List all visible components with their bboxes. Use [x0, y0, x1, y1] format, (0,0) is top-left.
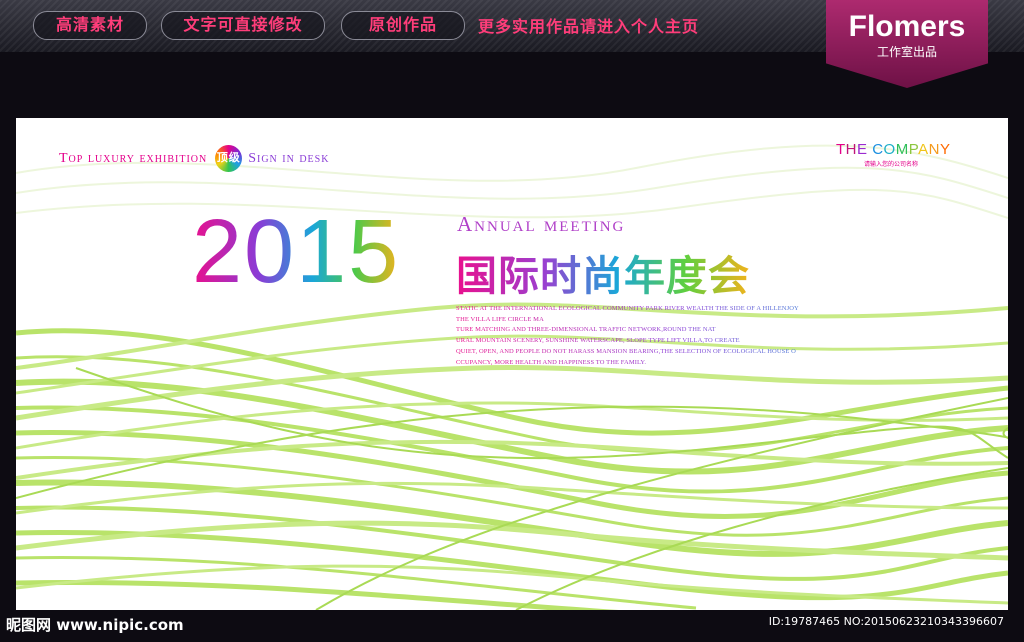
description-line: QUIET, OPEN, AND PEOPLE DO NOT HARASS MA…: [456, 347, 896, 358]
homepage-promo-link[interactable]: 更多实用作品请进入个人主页: [478, 13, 699, 37]
annual-meeting-title: Annual meeting: [457, 212, 626, 236]
year-title: 2015: [192, 202, 401, 302]
top-tier-badge: 顶级: [215, 145, 243, 172]
company-name: THE COMPANY: [836, 141, 951, 158]
tagline-right: Sign in desk: [248, 150, 330, 166]
brand-name: Flomers: [848, 10, 966, 43]
site-watermark-logo: 昵图网 www.nipic.com: [6, 616, 184, 634]
poster-canvas: Top luxury exhibition 顶级 Sign in desk TH…: [16, 118, 1008, 610]
description-line: THE VILLA LIFE CIRCLE MA: [456, 315, 896, 326]
tagline-left: Top luxury exhibition: [59, 150, 208, 166]
image-id-text: ID:19787465 NO:20150623210343396607: [768, 615, 1004, 628]
company-letter: Y: [939, 141, 951, 158]
company-letter: C: [872, 141, 884, 158]
editable-text-tag[interactable]: 文字可直接修改: [161, 11, 325, 40]
hd-material-tag[interactable]: 高清素材: [33, 11, 147, 40]
description-text: STATIC AT THE INTERNATIONAL ECOLOGICAL C…: [456, 304, 896, 368]
company-letter: P: [908, 141, 919, 158]
company-letter: H: [845, 141, 858, 158]
company-letter: E: [857, 141, 868, 158]
company-letter: M: [895, 141, 909, 158]
chinese-title: 国际时尚年度会: [456, 242, 750, 302]
company-letter: O: [883, 141, 896, 158]
company-letter: A: [918, 141, 929, 158]
company-letter: N: [928, 141, 940, 158]
description-line: STATIC AT THE INTERNATIONAL ECOLOGICAL C…: [456, 304, 896, 315]
company-subtitle: 请输入您的公司名称: [864, 161, 919, 168]
brand-badge[interactable]: Flomers 工作室出品: [826, 0, 988, 88]
original-work-tag[interactable]: 原创作品: [341, 11, 465, 40]
company-letter: T: [836, 141, 846, 158]
description-line: TURE MATCHING AND THREE-DIMENSIONAL TRAF…: [456, 325, 896, 336]
description-line: CCUPANCY, MORE HEALTH AND HAPPINESS TO T…: [456, 358, 896, 369]
description-line: URAL MOUNTAIN SCENERY, SUNSHINE WATERSCA…: [456, 336, 896, 347]
poster-tagline: Top luxury exhibition 顶级 Sign in desk: [59, 145, 329, 172]
brand-subtitle: 工作室出品: [876, 45, 937, 59]
